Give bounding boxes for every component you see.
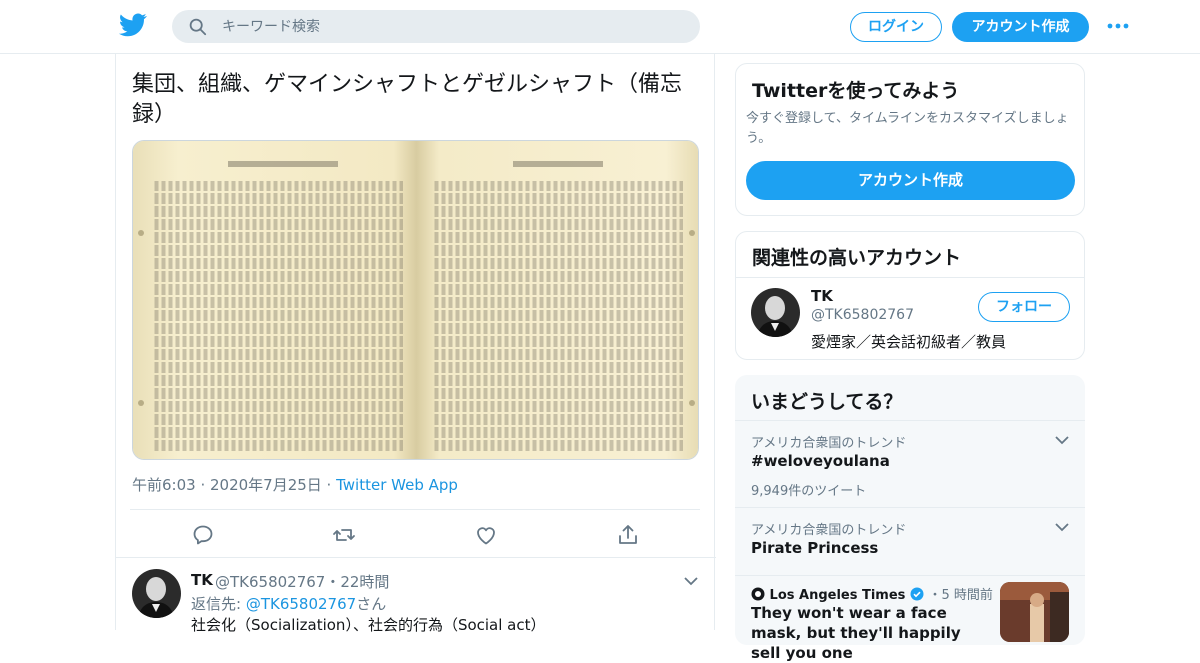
related-account-name[interactable]: TK — [811, 287, 833, 305]
related-accounts-card: 関連性の高いアカウント TK @TK65802767 フォロー 愛煙家／英会話初… — [735, 231, 1085, 360]
tweet-timestamp[interactable]: 午前6:03 · 2020年7月25日 · — [132, 476, 336, 494]
signup-card-description: 今すぐ登録して、タイムラインをカスタマイズしましょう。 — [746, 111, 1069, 146]
tweet-app-link[interactable]: Twitter Web App — [336, 476, 458, 494]
trends-title: いまどうしてる？ — [751, 391, 903, 413]
reply-tweet[interactable]: TK @TK65802767・22時間 返信先: @TK65802767さん 社… — [116, 558, 716, 638]
trend-count: 9,949件のツイート — [751, 484, 867, 499]
signup-card-button[interactable]: アカウント作成 — [746, 161, 1075, 200]
news-logo-icon — [751, 587, 765, 601]
reply-text: 社会化（Socialization）、社会的行為（Social act） — [191, 616, 546, 634]
avatar[interactable] — [751, 288, 800, 337]
retweet-icon[interactable] — [332, 523, 356, 547]
reply-author-name[interactable]: TK — [191, 571, 213, 589]
news-source: Los Angeles Times ・5 時間前 — [751, 584, 993, 603]
tweet-text: 集団、組織、ゲマインシャフトとゲゼルシャフト（備忘録） — [132, 72, 683, 127]
related-account-handle[interactable]: @TK65802767 — [811, 307, 914, 323]
reply-icon[interactable] — [191, 523, 215, 547]
divider — [736, 277, 1084, 278]
related-accounts-title: 関連性の高いアカウント — [752, 247, 962, 269]
trend-item[interactable]: アメリカ合衆国のトレンド #weloveyoulana 9,949件のツイート — [735, 420, 1085, 508]
twitter-bird-icon[interactable] — [119, 13, 147, 37]
tweet-meta: 午前6:03 · 2020年7月25日 · Twitter Web App — [132, 474, 458, 495]
trend-topic[interactable]: Pirate Princess — [751, 539, 878, 557]
related-account-bio: 愛煙家／英会話初級者／教員 — [811, 333, 1007, 351]
news-thumbnail[interactable] — [1000, 582, 1069, 642]
reply-to-link[interactable]: @TK65802767 — [246, 595, 356, 613]
trend-context: アメリカ合衆国のトレンド — [751, 436, 907, 451]
like-icon[interactable] — [474, 523, 498, 547]
chevron-down-icon[interactable] — [1055, 522, 1069, 532]
top-bar: ログイン アカウント作成 — [0, 0, 1200, 54]
divider — [130, 509, 700, 510]
reply-to-prefix: 返信先: — [191, 595, 246, 613]
tweet-photo[interactable] — [132, 140, 699, 460]
login-button[interactable]: ログイン — [850, 12, 942, 42]
avatar[interactable] — [132, 569, 181, 618]
main-column: 集団、組織、ゲマインシャフトとゲゼルシャフト（備忘録） 午前6:03 · 202… — [115, 54, 716, 634]
signup-card-title: Twitterを使ってみよう — [752, 80, 960, 102]
news-headline[interactable]: They won't wear a face mask, but they'll… — [751, 603, 981, 663]
news-item[interactable]: Los Angeles Times ・5 時間前 They won't wear… — [735, 575, 1085, 662]
chevron-down-icon[interactable] — [684, 576, 698, 586]
signup-button[interactable]: アカウント作成 — [952, 12, 1089, 42]
search-icon — [189, 18, 207, 36]
scanned-book-pages-image — [133, 141, 698, 459]
reply-to-line: 返信先: @TK65802767さん — [191, 593, 386, 614]
trend-topic[interactable]: #weloveyoulana — [751, 452, 890, 470]
more-icon[interactable] — [1107, 22, 1129, 30]
news-source-name: Los Angeles Times — [769, 588, 906, 603]
search-box[interactable] — [172, 10, 700, 43]
tweet-actions — [116, 519, 716, 559]
share-icon[interactable] — [616, 523, 640, 547]
verified-badge-icon — [910, 587, 924, 601]
trend-item[interactable]: アメリカ合衆国のトレンド Pirate Princess — [735, 507, 1085, 575]
trend-context: アメリカ合衆国のトレンド — [751, 523, 907, 538]
follow-button[interactable]: フォロー — [978, 292, 1070, 322]
chevron-down-icon[interactable] — [1055, 435, 1069, 445]
search-input[interactable] — [222, 10, 682, 43]
trends-card: いまどうしてる？ アメリカ合衆国のトレンド #weloveyoulana 9,9… — [735, 375, 1085, 662]
reply-author-handle[interactable]: @TK65802767・22時間 — [215, 571, 389, 592]
news-time: ・5 時間前 — [928, 588, 993, 603]
reply-to-suffix: さん — [356, 595, 387, 613]
signup-card: Twitterを使ってみよう 今すぐ登録して、タイムラインをカスタマイズしましょ… — [735, 63, 1085, 216]
